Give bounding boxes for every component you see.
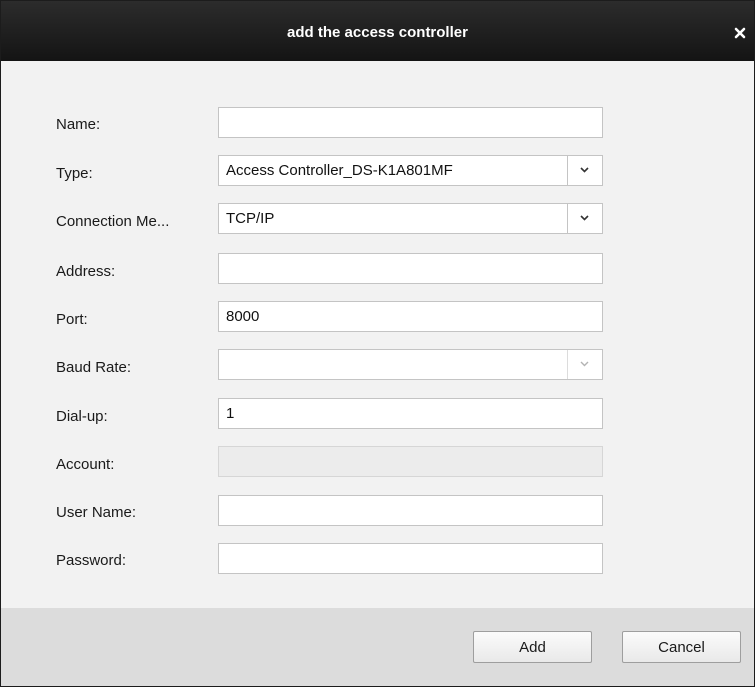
name-label: Name: (56, 116, 101, 133)
account-field (218, 446, 603, 477)
baud-rate-label: Baud Rate: (56, 359, 132, 376)
cancel-button[interactable]: Cancel (622, 631, 741, 663)
password-label: Password: (56, 552, 127, 569)
chevron-down-icon (580, 215, 589, 221)
connection-mode-label: Connection Me... (56, 213, 170, 230)
type-dropdown-button[interactable] (567, 156, 602, 185)
address-label: Address: (56, 263, 116, 280)
username-field[interactable] (218, 495, 603, 526)
connection-mode-dropdown-button[interactable] (567, 204, 602, 233)
type-select[interactable]: Access Controller_DS-K1A801MF (218, 155, 603, 186)
port-label: Port: (56, 311, 88, 328)
chevron-down-icon (580, 361, 589, 367)
dialog-title: add the access controller (287, 24, 468, 41)
dialup-field[interactable]: 1 (218, 398, 603, 429)
dialup-label: Dial-up: (56, 408, 108, 425)
password-field[interactable] (218, 543, 603, 574)
account-label: Account: (56, 456, 115, 473)
type-selected-value: Access Controller_DS-K1A801MF (226, 162, 453, 179)
baud-rate-select (218, 349, 603, 380)
address-field[interactable] (218, 253, 603, 284)
name-field[interactable] (218, 107, 603, 138)
chevron-down-icon (580, 167, 589, 173)
port-field[interactable]: 8000 (218, 301, 603, 332)
close-icon[interactable] (734, 26, 746, 39)
connection-mode-select[interactable]: TCP/IP (218, 203, 603, 234)
username-label: User Name: (56, 504, 137, 521)
title-bar: add the access controller (1, 1, 754, 61)
add-access-controller-dialog: add the access controller Name: Type: Ac… (0, 0, 755, 687)
add-button[interactable]: Add (473, 631, 592, 663)
connection-mode-value: TCP/IP (226, 210, 275, 227)
type-label: Type: (56, 165, 93, 182)
baud-rate-dropdown-button (567, 350, 602, 379)
